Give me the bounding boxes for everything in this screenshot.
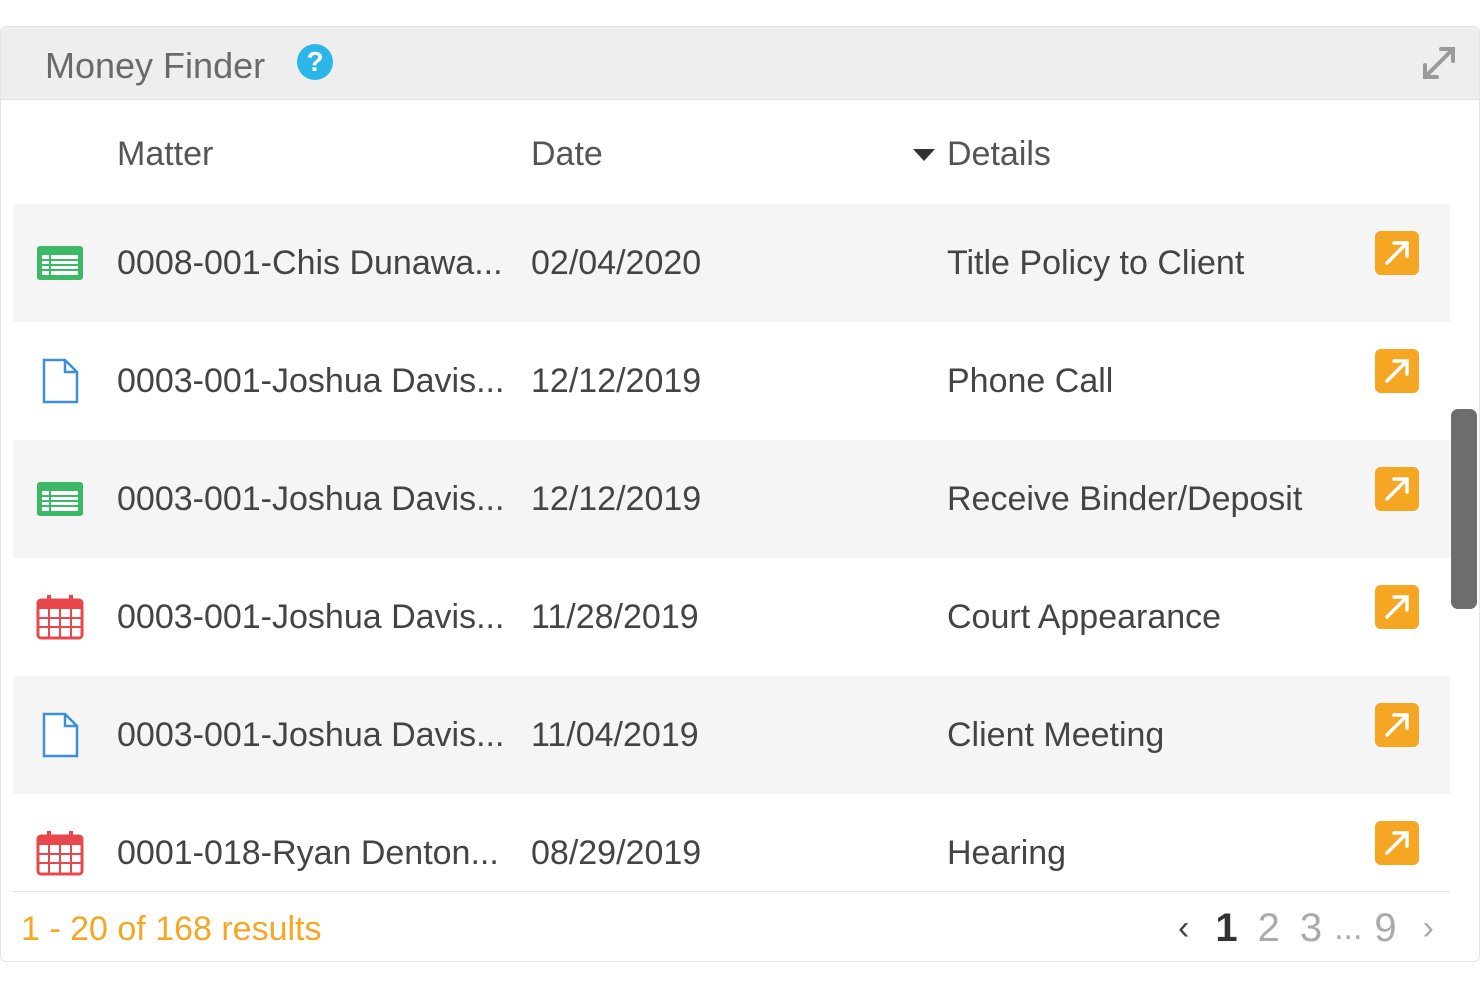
scrollbar-thumb[interactable] [1451, 409, 1477, 609]
details-cell: Hearing [947, 834, 1067, 872]
table-row[interactable]: 0003-001-Joshua Davis... 11/28/2019 Cour… [13, 558, 1450, 676]
table-row[interactable]: 0003-001-Joshua Davis... 11/04/2019 Clie… [13, 676, 1450, 794]
matter-cell[interactable]: 0003-001-Joshua Davis... [117, 716, 504, 755]
matter-cell[interactable]: 0003-001-Joshua Davis... [117, 480, 504, 519]
matter-cell[interactable]: 0001-018-Ryan Denton... [117, 834, 499, 873]
next-page-button[interactable]: › [1407, 909, 1450, 948]
column-header-details[interactable]: Details [947, 135, 1051, 174]
widget-header: Money Finder ? [1, 27, 1479, 100]
details-cell: Court Appearance [947, 598, 1222, 636]
money-finder-widget: Money Finder ? Matter Date Details 0008-… [0, 26, 1480, 962]
details-cell: Title Policy to Client [947, 244, 1245, 282]
page-3-button[interactable]: 3 [1290, 906, 1332, 951]
open-external-icon[interactable] [1375, 467, 1419, 511]
table-row[interactable]: 0003-001-Joshua Davis... 12/12/2019 Phon… [13, 322, 1450, 440]
calendar-icon [36, 831, 84, 876]
results-footer: 1 - 20 of 168 results ‹ 1 2 3 ... 9 › [13, 891, 1450, 961]
sort-desc-icon[interactable] [913, 149, 935, 161]
date-cell: 12/12/2019 [531, 480, 702, 518]
date-cell: 11/04/2019 [531, 716, 699, 754]
matter-cell[interactable]: 0003-001-Joshua Davis... [117, 598, 504, 637]
page-9-button[interactable]: 9 [1364, 906, 1406, 951]
date-cell: 12/12/2019 [531, 362, 702, 400]
spreadsheet-icon [37, 482, 83, 516]
open-external-icon[interactable] [1375, 703, 1419, 747]
details-cell: Phone Call [947, 362, 1114, 400]
results-list: 0008-001-Chis Dunawa... 02/04/2020 Title… [13, 204, 1450, 912]
column-header-matter[interactable]: Matter [117, 135, 213, 174]
results-count: 1 - 20 of 168 results [21, 910, 322, 948]
page-2-button[interactable]: 2 [1248, 906, 1290, 951]
table-row[interactable]: 0003-001-Joshua Davis... 12/12/2019 Rece… [13, 440, 1450, 558]
open-external-icon[interactable] [1375, 349, 1419, 393]
open-external-icon[interactable] [1375, 585, 1419, 629]
spreadsheet-icon [37, 246, 83, 280]
open-external-icon[interactable] [1375, 821, 1419, 865]
table-row[interactable]: 0008-001-Chis Dunawa... 02/04/2020 Title… [13, 204, 1450, 322]
widget-title: Money Finder [45, 45, 266, 86]
calendar-icon [36, 595, 84, 640]
prev-page-button[interactable]: ‹ [1162, 909, 1205, 948]
document-icon [42, 712, 79, 758]
column-header-date[interactable]: Date [531, 135, 603, 174]
expand-icon[interactable] [1417, 41, 1461, 85]
open-external-icon[interactable] [1375, 231, 1419, 275]
help-icon[interactable]: ? [297, 44, 333, 80]
date-cell: 08/29/2019 [531, 834, 702, 872]
details-cell: Client Meeting [947, 716, 1165, 754]
matter-cell[interactable]: 0003-001-Joshua Davis... [117, 362, 504, 401]
pagination: ‹ 1 2 3 ... 9 › [1162, 904, 1450, 952]
page-ellipsis: ... [1334, 908, 1363, 947]
details-cell: Receive Binder/Deposit [947, 480, 1303, 518]
matter-cell[interactable]: 0008-001-Chis Dunawa... [117, 244, 503, 283]
document-icon [42, 358, 79, 404]
date-cell: 02/04/2020 [531, 244, 702, 282]
date-cell: 11/28/2019 [531, 598, 699, 636]
page-1-button[interactable]: 1 [1205, 906, 1247, 951]
